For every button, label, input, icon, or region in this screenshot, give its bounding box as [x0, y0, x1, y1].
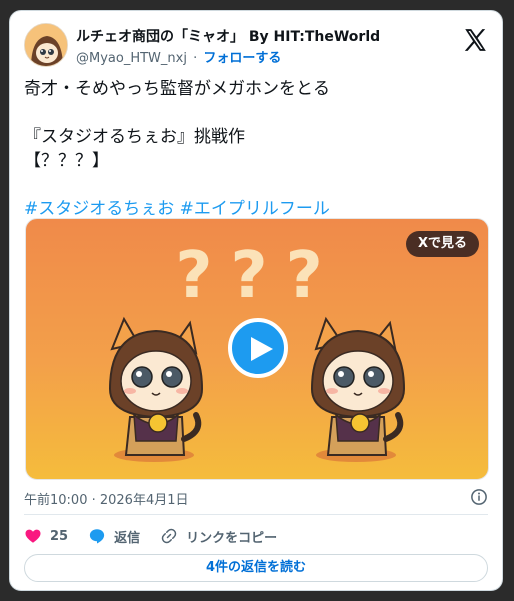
left-cat-character — [108, 316, 204, 462]
like-button[interactable]: 25 — [24, 527, 68, 545]
heart-icon — [25, 529, 41, 543]
post-text-line-1: 奇才・そめやっち監督がメガホンをとる — [24, 79, 330, 99]
question-marks-text: ??? — [175, 239, 340, 313]
read-replies-button[interactable]: 4件の返信を読む — [24, 554, 488, 582]
post-text-line-2: 『スタジオるちぇお』挑戦作 — [24, 127, 245, 147]
info-icon[interactable] — [470, 488, 488, 506]
divider — [24, 514, 488, 515]
play-icon — [251, 337, 273, 361]
avatar[interactable] — [24, 23, 68, 67]
post-header: ルチェオ商団の「ミャオ」 By HIT:TheWorld @Myao_HTW_n… — [24, 23, 488, 71]
reply-button[interactable]: 返信 — [88, 527, 140, 546]
x-logo-icon[interactable] — [462, 27, 488, 53]
right-cat-character — [310, 316, 406, 462]
hashtag-april-fool[interactable]: #エイプリルフール — [180, 199, 330, 219]
user-handle[interactable]: @Myao_HTW_nxj — [76, 51, 187, 66]
hashtag-studio-rucheo[interactable]: #スタジオるちぇお — [24, 199, 174, 219]
play-button[interactable] — [228, 318, 288, 378]
copy-link-button[interactable]: リンクをコピー — [160, 527, 277, 546]
link-icon — [161, 528, 177, 544]
view-on-x-button[interactable]: Xで見る — [405, 231, 479, 257]
post-text: 奇才・そめやっち監督がメガホンをとる 『スタジオるちぇお』挑戦作 【？？？】 #… — [24, 77, 488, 221]
handle-line: @Myao_HTW_nxj · フォローする — [76, 47, 281, 66]
post-text-spacer — [24, 173, 488, 197]
post-text-spacer — [24, 101, 488, 125]
embedded-post-card: ルチェオ商団の「ミャオ」 By HIT:TheWorld @Myao_HTW_n… — [9, 10, 503, 591]
like-count: 25 — [50, 528, 69, 544]
post-timestamp[interactable]: 午前10:00 · 2026年4月1日 — [24, 489, 189, 508]
handle-separator: · — [193, 51, 198, 66]
copy-link-label: リンクをコピー — [186, 530, 278, 546]
display-name[interactable]: ルチェオ商団の「ミャオ」 By HIT:TheWorld — [76, 26, 380, 46]
avatar-cat-icon — [25, 24, 67, 66]
video-media[interactable]: ??? Xで見る — [25, 218, 489, 480]
post-text-line-3: 【？？？】 — [24, 151, 109, 171]
reply-bubble-icon — [89, 529, 105, 544]
reply-label: 返信 — [114, 530, 141, 546]
post-actions: 25 返信 リンクをコピー — [24, 525, 297, 547]
follow-button[interactable]: フォローする — [203, 51, 281, 66]
